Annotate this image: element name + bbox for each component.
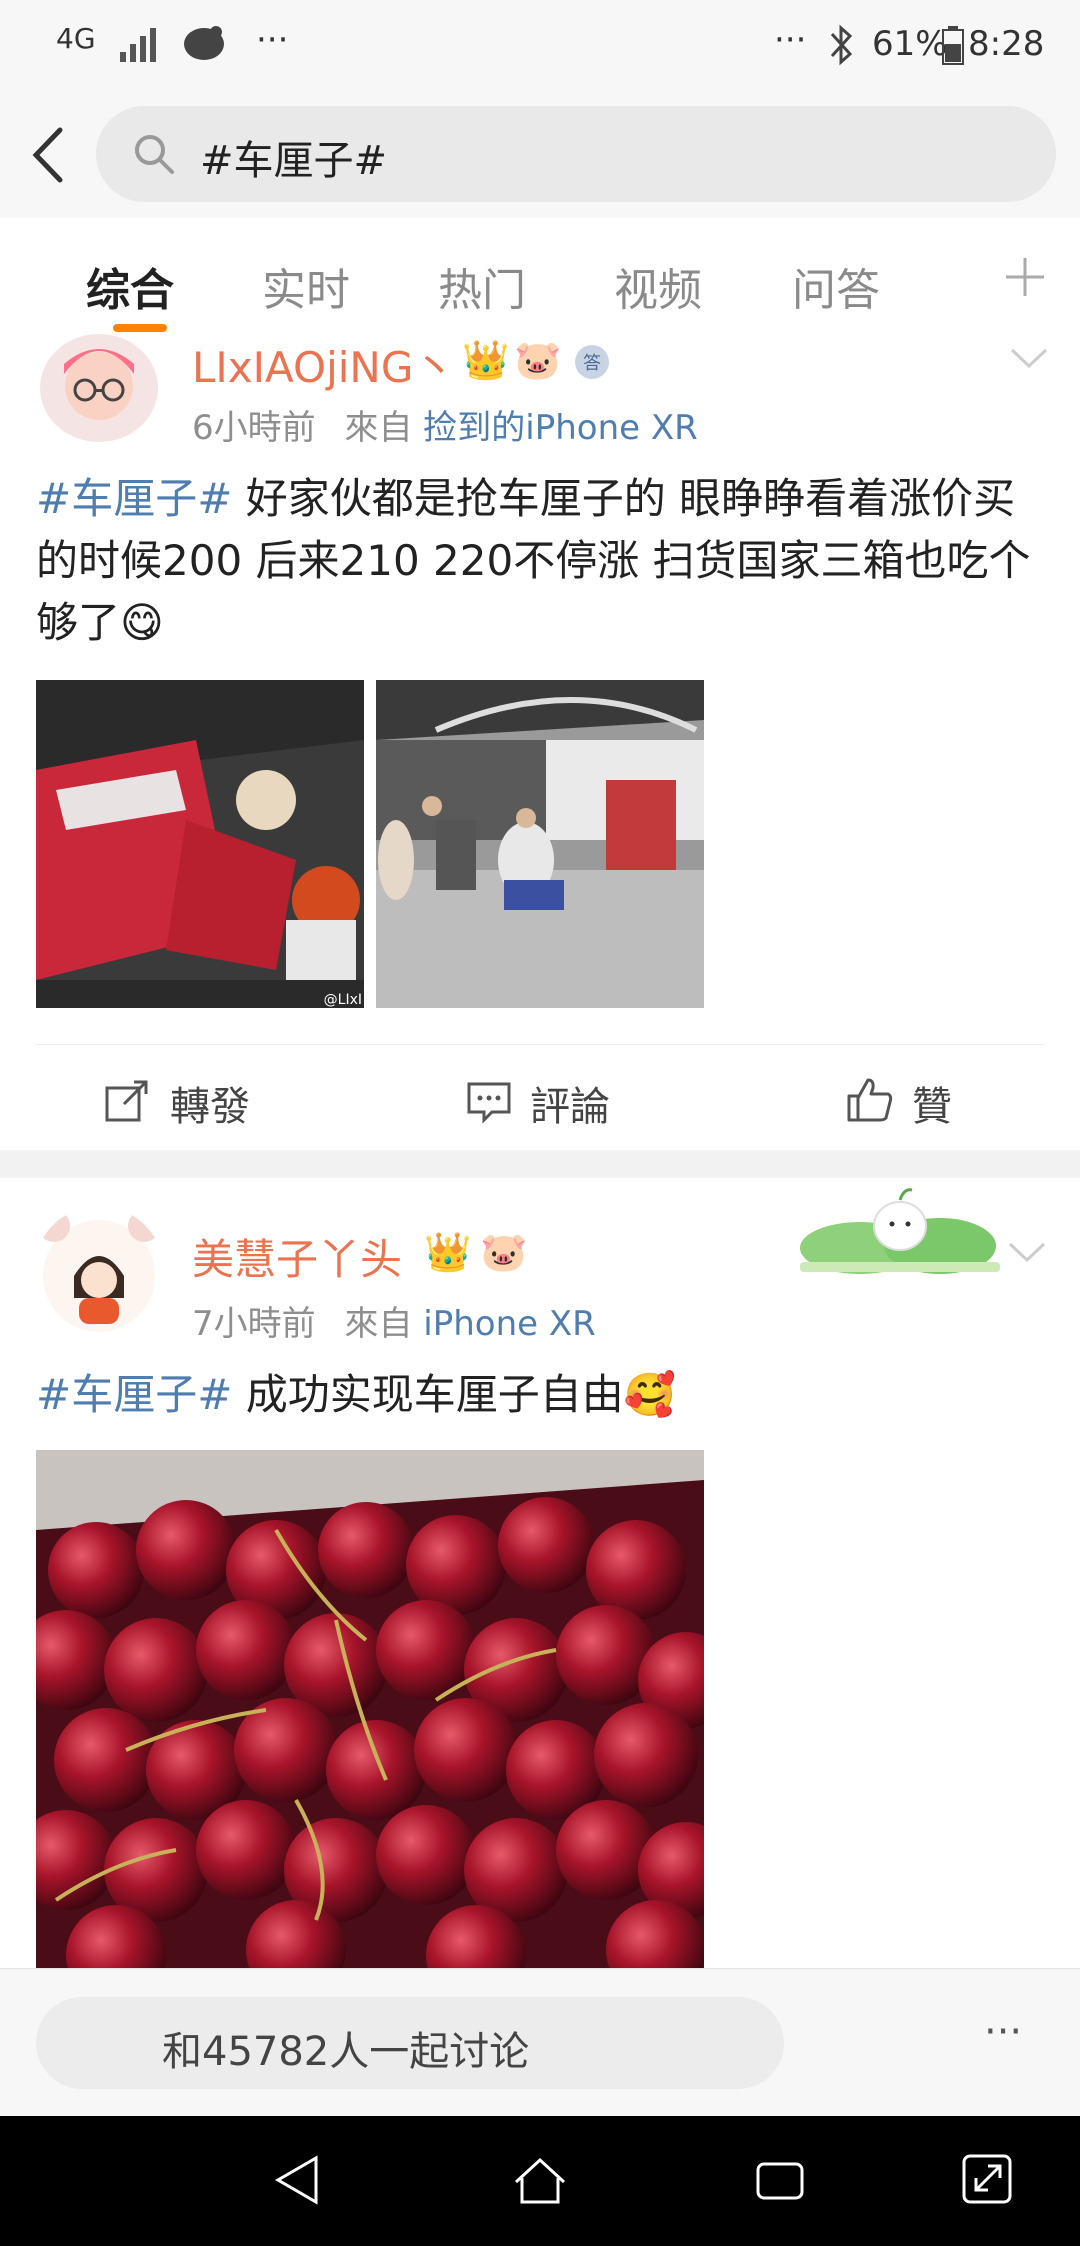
- discuss-input[interactable]: 和45782人一起讨论: [36, 1997, 784, 2089]
- post-source[interactable]: iPhone XR: [423, 1304, 596, 1344]
- post-emoji: 😋: [120, 598, 164, 647]
- more-status-icon: ···: [774, 20, 807, 60]
- repost-label: 轉發: [170, 1084, 250, 1130]
- nav-expand-icon[interactable]: [960, 2150, 1016, 2208]
- post-text: #车厘子# 好家伙都是抢车厘子的 眼睁睁看着涨价买的时候200 后来210 22…: [36, 468, 1036, 654]
- avatar[interactable]: [34, 1206, 164, 1336]
- bottom-discuss-bar: 和45782人一起讨论 ···: [0, 1968, 1080, 2117]
- avatar-image: [38, 1210, 160, 1332]
- chevron-down-icon[interactable]: [1006, 344, 1052, 374]
- search-query[interactable]: #车厘子#: [200, 128, 387, 186]
- post-body: 成功实现车厘子自由: [232, 1370, 624, 1419]
- discuss-placeholder: 和45782人一起讨论: [162, 2029, 530, 2075]
- vip-crown-icon: 👑: [462, 338, 510, 382]
- vip-crown-icon: 👑: [424, 1230, 472, 1274]
- repost-icon: [105, 1080, 148, 1122]
- battery-icon: [942, 26, 964, 65]
- comment-label: 評論: [530, 1084, 610, 1130]
- tab-comprehensive[interactable]: 综合: [86, 254, 174, 318]
- post-image[interactable]: @LIxI: [36, 680, 364, 1008]
- answer-badge-icon: 答: [575, 345, 609, 379]
- nav-recents-icon[interactable]: [752, 2152, 808, 2208]
- more-notifications-icon: ···: [256, 20, 289, 60]
- feed-post: 美慧子丫头 👑 🐷 7小時前 來自 iPhone XR #车厘子# 成功实现车厘…: [0, 1178, 1080, 1968]
- post-separator: [0, 1150, 1080, 1178]
- tab-video[interactable]: 视频: [614, 254, 702, 318]
- post-emoji: 🥰: [623, 1370, 677, 1419]
- cherries-photo: [36, 1450, 704, 1968]
- svg-text:答: 答: [583, 353, 601, 374]
- post-image[interactable]: [36, 1450, 704, 1968]
- tab-hot[interactable]: 热门: [438, 254, 526, 318]
- post-from-label: 來自: [344, 1304, 413, 1344]
- status-bar: 4G ··· ··· 61% 8:28: [0, 0, 1080, 92]
- post-from-label: 來自: [344, 408, 413, 448]
- topic-link[interactable]: #车厘子#: [36, 474, 232, 523]
- nav-back-icon[interactable]: [270, 2152, 326, 2208]
- nav-home-icon[interactable]: [510, 2152, 570, 2208]
- search-icon: [135, 135, 174, 174]
- bluetooth-icon: [830, 24, 853, 66]
- back-arrow-icon[interactable]: [22, 120, 82, 190]
- post-source[interactable]: 捡到的iPhone XR: [423, 408, 698, 448]
- post-time: 7小時前: [192, 1304, 316, 1344]
- add-tab-icon[interactable]: [1002, 254, 1048, 300]
- post-image[interactable]: [376, 680, 704, 1008]
- search-header: #车厘子#: [0, 92, 1080, 219]
- comment-icon: [467, 1082, 511, 1124]
- battery-percent: 61%: [872, 24, 948, 64]
- tab-active-indicator: [113, 324, 167, 332]
- weibo-notification-icon: [184, 26, 224, 60]
- network-indicator: 4G: [56, 22, 96, 55]
- tab-qa[interactable]: 问答: [792, 254, 880, 318]
- pig-badge-icon: 🐷: [480, 1230, 528, 1274]
- tab-realtime[interactable]: 实时: [262, 254, 350, 318]
- signal-icon: [120, 28, 156, 62]
- avatar[interactable]: [40, 334, 158, 442]
- divider: [36, 1044, 1044, 1045]
- chevron-down-icon[interactable]: [1004, 1238, 1050, 1268]
- avatar-image: [64, 349, 134, 420]
- clock: 8:28: [968, 24, 1045, 64]
- tab-bar: 综合 实时 热门 视频 问答: [0, 218, 1080, 345]
- post-time: 6小時前: [192, 408, 316, 448]
- feed-post: LIxIAOjiNG丶 👑 🐷 答 6小時前 來自 捡到的iPhone XR #…: [0, 334, 1080, 1150]
- topic-link[interactable]: #车厘子#: [36, 1370, 232, 1419]
- username[interactable]: 美慧子丫头: [192, 1226, 402, 1287]
- post-text: #车厘子# 成功实现车厘子自由🥰: [36, 1364, 1036, 1426]
- search-input[interactable]: #车厘子#: [96, 106, 1056, 202]
- image-watermark: @LIxI: [323, 992, 362, 1008]
- pig-badge-icon: 🐷: [514, 338, 562, 382]
- system-nav-bar: [0, 2116, 1080, 2246]
- like-label: 贊: [912, 1084, 952, 1130]
- decorative-sticker: [800, 1188, 1000, 1274]
- username[interactable]: LIxIAOjiNG丶: [192, 334, 455, 395]
- thumbs-up-icon: [847, 1078, 893, 1122]
- car-trunk-photo: [36, 680, 364, 1008]
- market-photo: [376, 680, 704, 1008]
- more-options-icon[interactable]: ···: [984, 2009, 1022, 2055]
